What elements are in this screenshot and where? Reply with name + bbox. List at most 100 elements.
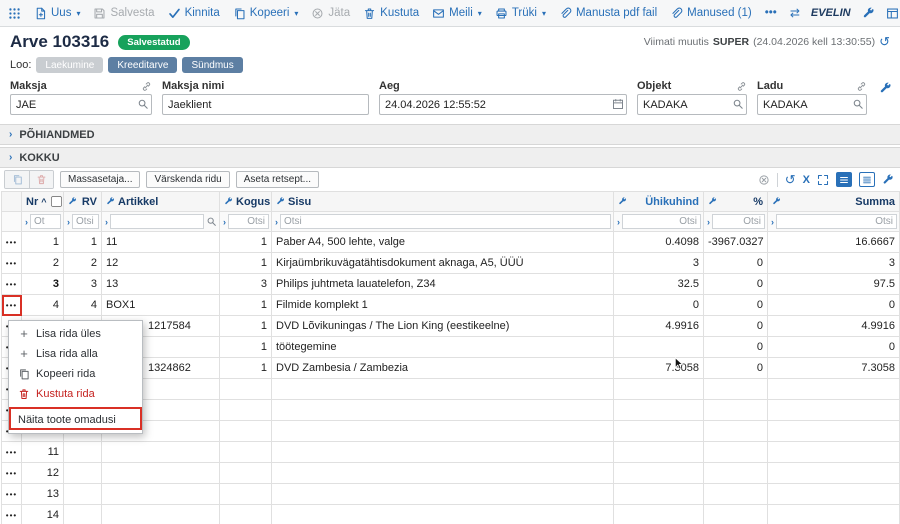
more-button[interactable]: •••	[765, 7, 777, 19]
row-menu-handle[interactable]: •••	[2, 484, 22, 505]
wrench-icon[interactable]	[862, 7, 875, 20]
payer-input[interactable]	[10, 94, 152, 115]
filter-input-rv[interactable]	[72, 214, 99, 229]
cell-uhikuhind[interactable]: 4.9916	[614, 316, 704, 337]
cell-kogus[interactable]: 1	[220, 316, 272, 337]
cell-summa[interactable]: 4.9916	[768, 316, 900, 337]
cell-uhikuhind[interactable]	[614, 442, 704, 463]
delete-button[interactable]: Kustuta	[363, 7, 419, 20]
cell-sisu[interactable]: töötegemine	[272, 337, 614, 358]
cell-pct[interactable]: 0	[704, 274, 768, 295]
cell-kogus[interactable]	[220, 442, 272, 463]
section-totals[interactable]: ›KOKKU	[0, 147, 900, 168]
cell-summa[interactable]: 97.5	[768, 274, 900, 295]
cell-summa[interactable]	[768, 379, 900, 400]
cell-uhikuhind[interactable]: 0.4098	[614, 232, 704, 253]
cell-sisu[interactable]	[272, 400, 614, 421]
cell-uhikuhind[interactable]	[614, 463, 704, 484]
cell-artikkel[interactable]	[102, 463, 220, 484]
row-menu-handle[interactable]: •••	[2, 274, 22, 295]
cell-rv[interactable]: 2	[64, 253, 102, 274]
filter-expand-icon[interactable]: ›	[24, 217, 28, 227]
cell-sisu[interactable]: Filmide komplekt 1	[272, 295, 614, 316]
view-lines-toggle[interactable]	[859, 172, 875, 187]
row-menu-handle[interactable]: •••	[2, 442, 22, 463]
filter-expand-icon[interactable]: ›	[770, 217, 774, 227]
view-dense-toggle[interactable]	[836, 172, 852, 187]
cell-kogus[interactable]	[220, 484, 272, 505]
filter-input-uhikuhind[interactable]	[622, 214, 701, 229]
mail-button[interactable]: Meili▾	[432, 7, 482, 20]
cell-pct[interactable]: 0	[704, 295, 768, 316]
cell-summa[interactable]	[768, 442, 900, 463]
cell-pct[interactable]	[704, 400, 768, 421]
cell-pct[interactable]	[704, 505, 768, 524]
cell-uhikuhind[interactable]	[614, 421, 704, 442]
cell-sisu[interactable]	[272, 463, 614, 484]
cell-summa[interactable]	[768, 505, 900, 524]
row-menu-handle[interactable]: •••	[2, 463, 22, 484]
cell-pct[interactable]	[704, 484, 768, 505]
column-settings-icon[interactable]	[708, 197, 717, 206]
cell-kogus[interactable]: 1	[220, 253, 272, 274]
filter-expand-icon[interactable]: ›	[274, 217, 278, 227]
filter-expand-icon[interactable]: ›	[222, 217, 226, 227]
cell-pct[interactable]	[704, 463, 768, 484]
cell-rv[interactable]	[64, 484, 102, 505]
attachments-button[interactable]: Manused (1)	[670, 7, 752, 20]
col-header-summa[interactable]: Summa	[768, 192, 900, 212]
cell-uhikuhind[interactable]	[614, 484, 704, 505]
row-menu-handle[interactable]: •••	[2, 253, 22, 274]
context-menu-item[interactable]: Kustuta rida	[9, 384, 142, 404]
filter-input-artikkel[interactable]	[110, 214, 204, 229]
cell-kogus[interactable]: 3	[220, 274, 272, 295]
paste-recipe-button[interactable]: Aseta retsept...	[236, 171, 319, 188]
row-menu-handle[interactable]: •••	[2, 505, 22, 524]
search-icon[interactable]	[732, 98, 744, 110]
cell-sisu[interactable]	[272, 505, 614, 524]
cell-sisu[interactable]	[272, 442, 614, 463]
refresh-rows-button[interactable]: Värskenda ridu	[146, 171, 229, 188]
cell-artikkel[interactable]: 12	[102, 253, 220, 274]
column-settings-icon[interactable]	[224, 197, 233, 206]
cell-summa[interactable]	[768, 421, 900, 442]
filter-input-summa[interactable]	[776, 214, 897, 229]
col-header-nr[interactable]: Nr^	[22, 192, 64, 212]
cell-rv[interactable]: 1	[64, 232, 102, 253]
cell-uhikuhind[interactable]: 3	[614, 253, 704, 274]
cell-nr[interactable]: 11	[22, 442, 64, 463]
filter-expand-icon[interactable]: ›	[706, 217, 710, 227]
link-icon[interactable]	[736, 81, 747, 92]
filter-expand-icon[interactable]: ›	[104, 217, 108, 227]
cell-summa[interactable]	[768, 463, 900, 484]
cell-artikkel[interactable]	[102, 442, 220, 463]
cell-kogus[interactable]: 1	[220, 337, 272, 358]
cell-artikkel[interactable]: BOX1	[102, 295, 220, 316]
cell-artikkel[interactable]	[102, 505, 220, 524]
cell-rv[interactable]: 4	[64, 295, 102, 316]
grid-settings-wrench-icon[interactable]	[882, 174, 894, 186]
cell-pct[interactable]: 0	[704, 316, 768, 337]
cell-pct[interactable]: 0	[704, 337, 768, 358]
undo-icon[interactable]: ↺	[785, 172, 796, 188]
cell-pct[interactable]	[704, 379, 768, 400]
col-header-rv[interactable]: RV	[64, 192, 102, 212]
filter-input-sisu[interactable]	[280, 214, 611, 229]
cell-kogus[interactable]: 1	[220, 295, 272, 316]
create-event-button[interactable]: Sündmus	[182, 57, 242, 73]
new-button[interactable]: Uus▾	[34, 7, 80, 20]
confirm-button[interactable]: Kinnita	[168, 7, 220, 20]
cell-rv[interactable]	[64, 463, 102, 484]
cell-sisu[interactable]	[272, 484, 614, 505]
cell-summa[interactable]: 3	[768, 253, 900, 274]
create-credit-invoice-button[interactable]: Kreeditarve	[108, 57, 177, 73]
cell-summa[interactable]: 0	[768, 337, 900, 358]
cell-kogus[interactable]	[220, 505, 272, 524]
select-all-checkbox[interactable]	[50, 196, 61, 207]
cell-artikkel[interactable]: 11	[102, 232, 220, 253]
cell-kogus[interactable]: 1	[220, 232, 272, 253]
cell-sisu[interactable]: Kirjaümbrikuvägatähtisdokument aknaga, A…	[272, 253, 614, 274]
payer-name-input[interactable]	[162, 94, 369, 115]
cell-uhikuhind[interactable]: 0	[614, 295, 704, 316]
cell-uhikuhind[interactable]	[614, 505, 704, 524]
